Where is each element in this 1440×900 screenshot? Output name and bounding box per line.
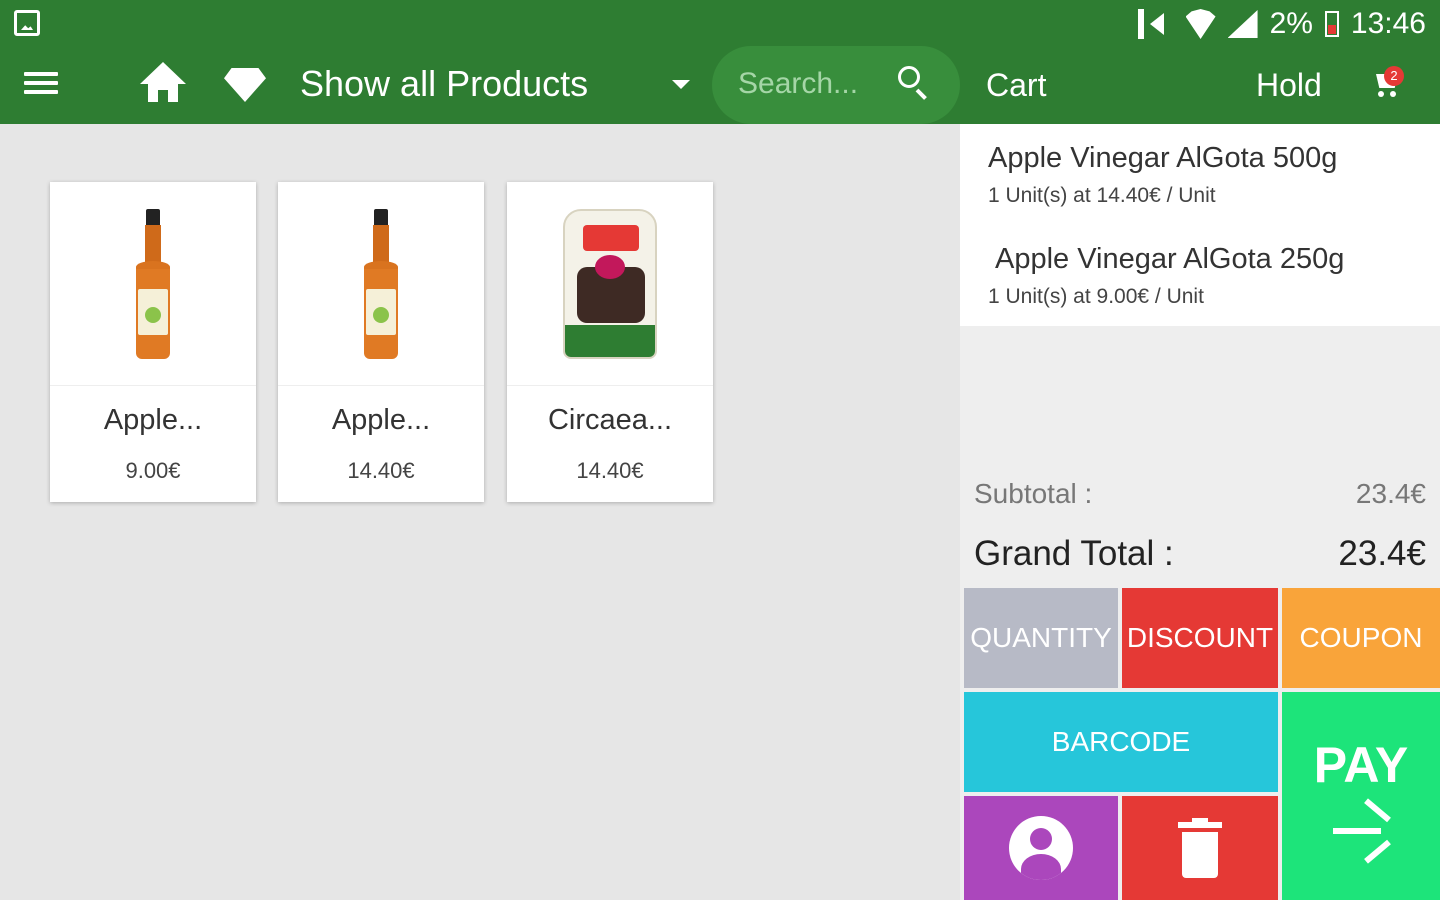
- product-card[interactable]: Apple... 9.00€: [50, 182, 256, 502]
- cart-item-name: Apple Vinegar AlGota 500g: [988, 142, 1338, 174]
- search-input[interactable]: [738, 64, 898, 104]
- product-image: [278, 182, 484, 386]
- cart-item-name: Apple Vinegar AlGota 250g: [995, 243, 1345, 275]
- vibrate-mute-icon: [1137, 9, 1174, 39]
- subtotal-value: 23.4€: [1355, 478, 1426, 509]
- chevron-down-icon[interactable]: [672, 80, 690, 89]
- dried-fruit-package-image: [563, 208, 657, 359]
- quantity-button[interactable]: QUANTITY: [964, 588, 1118, 688]
- product-image: [507, 182, 713, 386]
- category-selector-title[interactable]: Show all Products: [300, 62, 588, 106]
- battery-percent: 2%: [1269, 7, 1313, 40]
- trash-icon: [1178, 818, 1222, 878]
- pay-label: PAY: [1313, 737, 1409, 793]
- product-name: Apple...: [331, 404, 431, 436]
- home-icon[interactable]: [140, 62, 186, 104]
- grand-total-label: Grand Total :: [974, 534, 1174, 573]
- cart-item-list: Apple Vinegar AlGota 500g 1 Unit(s) at 1…: [960, 124, 1440, 326]
- vinegar-bottle-image: [133, 208, 173, 359]
- vinegar-bottle-image: [361, 208, 401, 359]
- account-circle-icon: [1009, 816, 1073, 880]
- status-bar: 2% 13:46: [0, 0, 1440, 46]
- product-name: Apple...: [103, 404, 203, 436]
- product-price: 14.40€: [347, 458, 415, 483]
- grand-total-value: 23.4€: [1338, 534, 1426, 573]
- barcode-button[interactable]: BARCODE: [964, 692, 1278, 792]
- pay-button[interactable]: PAY: [1282, 692, 1440, 900]
- product-price: 9.00€: [125, 458, 181, 483]
- subtotal-label: Subtotal :: [974, 478, 1093, 509]
- cart-count-badge: 2: [1384, 66, 1404, 86]
- search-icon[interactable]: [898, 66, 930, 100]
- search-box[interactable]: [712, 46, 960, 124]
- cart-item[interactable]: Apple Vinegar AlGota 500g 1 Unit(s) at 1…: [960, 124, 1440, 224]
- cart-item[interactable]: Apple Vinegar AlGota 250g 1 Unit(s) at 9…: [960, 225, 1440, 325]
- status-icons: 2% 13:46: [1137, 4, 1426, 44]
- gallery-notification-icon: [14, 10, 40, 36]
- cart-item-detail: 1 Unit(s) at 14.40€ / Unit: [988, 184, 1216, 207]
- delete-button[interactable]: [1122, 796, 1278, 900]
- cart-item-detail: 1 Unit(s) at 9.00€ / Unit: [988, 285, 1204, 308]
- clock: 13:46: [1350, 7, 1426, 40]
- coupon-button[interactable]: COUPON: [1282, 588, 1440, 688]
- product-image: [50, 182, 256, 386]
- diamond-icon[interactable]: [224, 68, 266, 102]
- app-bar: Show all Products Cart Hold 2: [0, 46, 1440, 124]
- product-card[interactable]: Circaea... 14.40€: [507, 182, 713, 502]
- discount-button[interactable]: DISCOUNT: [1122, 588, 1278, 688]
- product-card[interactable]: Apple... 14.40€: [278, 182, 484, 502]
- product-price: 14.40€: [576, 458, 644, 483]
- signal-icon: [1227, 10, 1258, 38]
- wifi-icon: [1185, 9, 1216, 39]
- hold-button[interactable]: Hold: [1256, 64, 1322, 106]
- product-name: Circaea...: [547, 404, 673, 436]
- cart-title: Cart: [986, 67, 1047, 103]
- battery-icon: [1324, 11, 1339, 37]
- arrow-right-icon: [1333, 798, 1391, 864]
- menu-icon[interactable]: [24, 68, 58, 98]
- customer-button[interactable]: [964, 796, 1118, 900]
